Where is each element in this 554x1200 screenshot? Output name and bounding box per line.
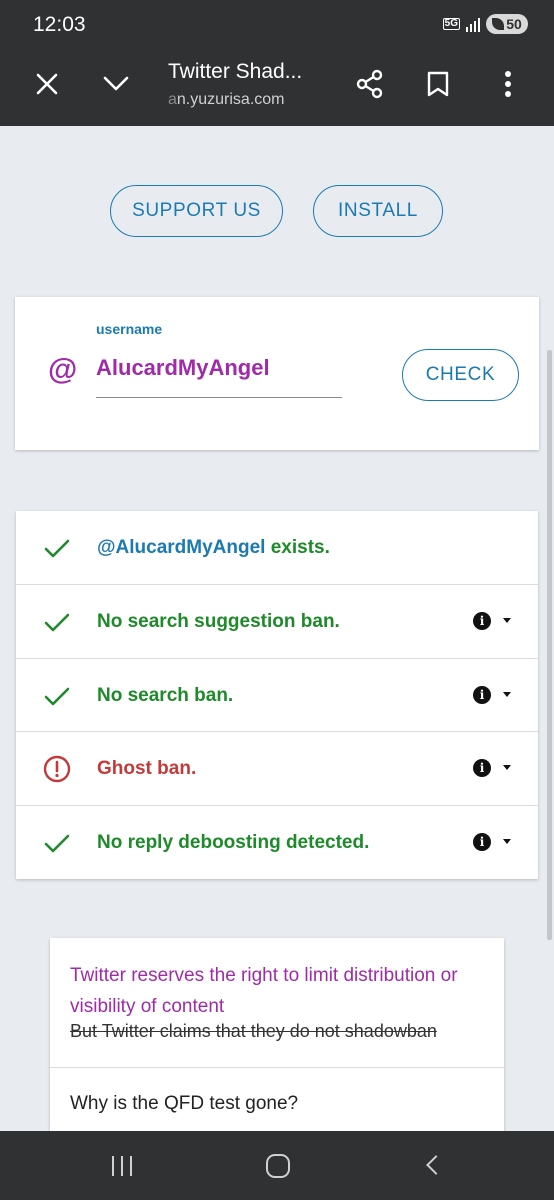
recents-icon[interactable] (112, 1156, 132, 1176)
check-icon (44, 613, 70, 632)
battery-level: 50 (506, 16, 522, 32)
faq-question[interactable]: Why is the QFD test gone? (70, 1093, 298, 1115)
url-text: n.yuzurisa.com (176, 91, 285, 108)
result-row-reply-deboosting[interactable]: No reply deboosting detected. i (16, 805, 538, 879)
info-icon[interactable]: i (473, 686, 491, 704)
result-text: @AlucardMyAngel exists. (97, 537, 330, 559)
scrollbar[interactable] (547, 350, 552, 940)
network-type: 5G (442, 18, 460, 30)
caret-down-icon[interactable] (503, 765, 511, 770)
results-card: @AlucardMyAngel exists. No search sugges… (16, 511, 538, 879)
bookmark-icon[interactable] (418, 64, 458, 104)
more-menu-icon[interactable] (488, 64, 528, 104)
system-nav-bar (0, 1131, 554, 1200)
power-saving-icon (492, 18, 505, 30)
support-us-button[interactable]: SUPPORT US (110, 185, 283, 237)
username-input[interactable]: AlucardMyAngel (96, 355, 270, 381)
warning-icon (43, 755, 71, 783)
page-url: an.yuzurisa.com (168, 91, 285, 109)
info-card-title: Twitter reserves the right to limit dist… (70, 965, 458, 1017)
result-text: No search suggestion ban. (97, 611, 340, 632)
result-text: Ghost ban. (97, 758, 197, 779)
install-button[interactable]: INSTALL (313, 185, 443, 237)
info-icon[interactable]: i (473, 833, 491, 851)
caret-down-icon[interactable] (503, 692, 511, 697)
status-bar: 12:03 5G 50 (0, 0, 554, 48)
info-card-strikethrough: But Twitter claims that they do not shad… (70, 1021, 437, 1041)
check-icon (44, 539, 70, 558)
result-suffix: exists. (265, 537, 330, 558)
divider (50, 1067, 504, 1068)
clock: 12:03 (33, 13, 86, 36)
input-underline (96, 397, 342, 398)
username-card: username @ AlucardMyAngel CHECK (15, 297, 539, 450)
username-label: username (96, 321, 163, 337)
url-prefix: a (168, 91, 177, 108)
result-row-exists: @AlucardMyAngel exists. (16, 511, 538, 585)
result-text: No reply deboosting detected. (97, 832, 370, 853)
result-row-search-suggestion[interactable]: No search suggestion ban. i (16, 584, 538, 658)
info-icon[interactable]: i (473, 612, 491, 630)
result-row-search-ban[interactable]: No search ban. i (16, 658, 538, 732)
browser-toolbar: Twitter Shad... an.yuzurisa.com (0, 48, 554, 126)
result-text: No search ban. (97, 685, 234, 706)
result-row-ghost-ban[interactable]: Ghost ban. i (16, 731, 538, 805)
check-button[interactable]: CHECK (402, 349, 519, 401)
status-icons: 5G 50 (442, 14, 528, 34)
home-icon[interactable] (266, 1154, 290, 1178)
battery-icon: 50 (486, 14, 528, 34)
info-icon[interactable]: i (473, 759, 491, 777)
back-icon[interactable] (426, 1155, 446, 1175)
page-title: Twitter Shad... (168, 60, 303, 83)
check-icon (44, 834, 70, 853)
caret-down-icon[interactable] (503, 839, 511, 844)
signal-icon (466, 16, 480, 32)
close-icon[interactable] (27, 64, 67, 104)
share-icon[interactable] (350, 64, 390, 104)
caret-down-icon[interactable] (503, 618, 511, 623)
at-icon: @ (48, 353, 78, 386)
result-handle: @AlucardMyAngel (97, 537, 266, 558)
check-icon (44, 687, 70, 706)
info-card: Twitter reserves the right to limit dist… (50, 938, 504, 1138)
chevron-down-icon[interactable] (96, 64, 136, 104)
